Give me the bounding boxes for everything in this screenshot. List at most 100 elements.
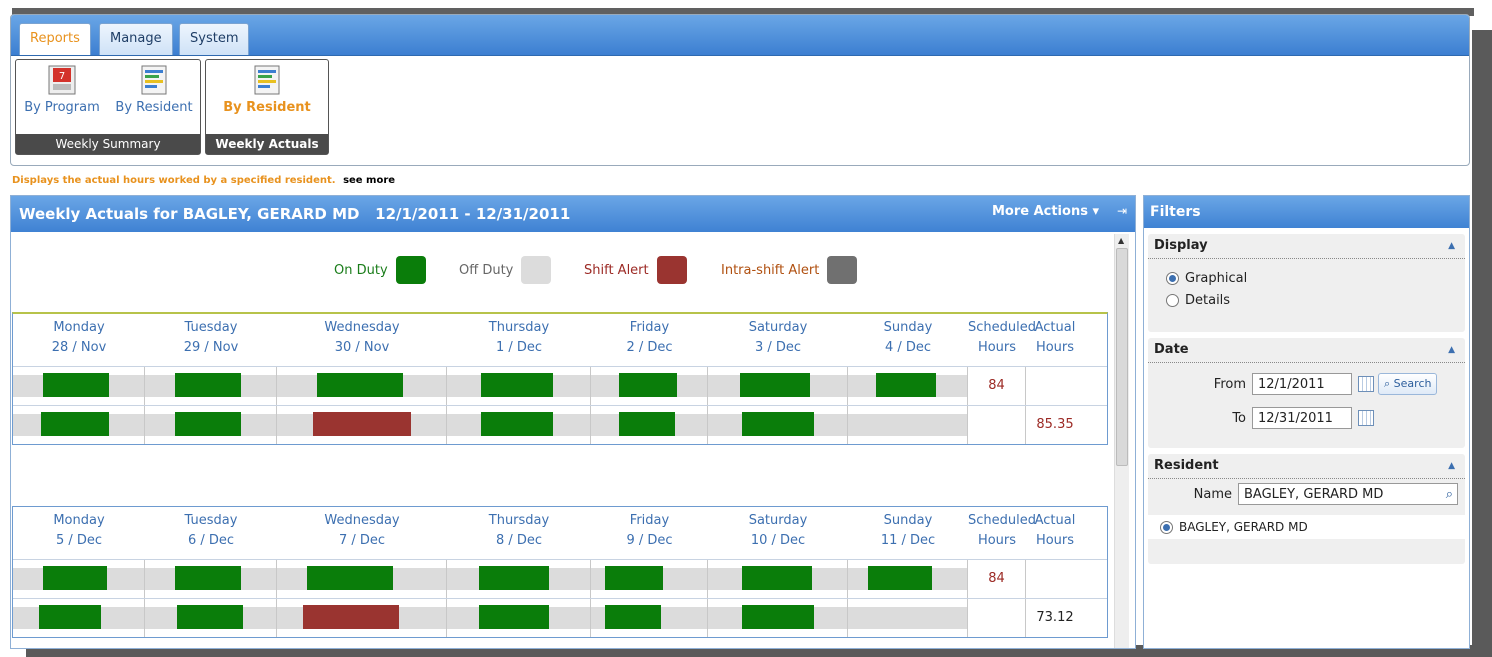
on-duty-bar[interactable] xyxy=(307,566,393,590)
actual-hours-value xyxy=(1026,560,1084,598)
on-duty-bar[interactable] xyxy=(742,605,814,629)
shift-alert-bar[interactable] xyxy=(313,412,411,436)
on-duty-bar[interactable] xyxy=(619,412,675,436)
day-date: 8 / Dec xyxy=(495,533,543,548)
details-option[interactable]: Details xyxy=(1148,289,1465,311)
on-duty-bar[interactable] xyxy=(479,566,549,590)
on-duty-bar[interactable] xyxy=(481,373,553,397)
more-actions-button[interactable]: More Actions ▾ xyxy=(992,204,1099,219)
day-cell[interactable] xyxy=(13,560,145,598)
weekly-actuals-panel: Weekly Actuals for BAGLEY, GERARD MD 12/… xyxy=(10,195,1136,649)
by-resident-summary-button[interactable]: By Resident xyxy=(108,64,200,115)
day-cell[interactable] xyxy=(708,560,848,598)
scrollbar-thumb[interactable] xyxy=(1116,248,1128,466)
day-cell[interactable] xyxy=(708,406,848,444)
day-cell[interactable] xyxy=(447,406,591,444)
see-more-link[interactable]: see more xyxy=(343,175,395,186)
day-cell[interactable] xyxy=(848,560,968,598)
day-header: Tuesday 6 / Dec xyxy=(145,507,277,559)
resident-radio[interactable] xyxy=(1160,520,1173,534)
graphical-option[interactable]: Graphical xyxy=(1148,267,1465,289)
on-duty-bar[interactable] xyxy=(742,566,812,590)
scrollbar[interactable]: ▲ xyxy=(1114,234,1129,648)
on-duty-bar[interactable] xyxy=(39,605,101,629)
day-name: Monday xyxy=(53,513,105,528)
on-duty-bar[interactable] xyxy=(868,566,932,590)
day-cell[interactable] xyxy=(848,406,968,444)
day-cell[interactable] xyxy=(145,560,277,598)
day-cell[interactable] xyxy=(591,367,708,405)
pin-icon[interactable]: ⇥ xyxy=(1117,204,1127,218)
day-cell[interactable] xyxy=(277,560,447,598)
on-duty-bar[interactable] xyxy=(175,412,241,436)
by-resident-actuals-button[interactable]: By Resident xyxy=(206,64,328,115)
on-duty-bar[interactable] xyxy=(175,373,241,397)
by-program-button[interactable]: 7 By Program xyxy=(16,64,108,115)
from-date-input[interactable]: 12/1/2011 xyxy=(1252,373,1352,395)
on-duty-bar[interactable] xyxy=(481,412,553,436)
resident-result[interactable]: BAGLEY, GERARD MD xyxy=(1148,515,1465,539)
actual-hours-value: 85.35 xyxy=(1036,417,1074,432)
day-cell[interactable] xyxy=(591,560,708,598)
calendar-icon[interactable] xyxy=(1358,376,1374,392)
details-radio[interactable] xyxy=(1166,293,1179,307)
on-duty-bar[interactable] xyxy=(43,566,107,590)
day-name: Monday xyxy=(53,320,105,335)
on-duty-bar[interactable] xyxy=(43,373,109,397)
day-cell[interactable] xyxy=(708,367,848,405)
day-cell[interactable] xyxy=(848,599,968,637)
on-duty-bar[interactable] xyxy=(175,566,241,590)
collapse-icon[interactable]: ▲ xyxy=(1448,338,1455,362)
day-cell[interactable] xyxy=(591,599,708,637)
on-duty-bar[interactable] xyxy=(876,373,936,397)
day-cell[interactable] xyxy=(591,406,708,444)
on-duty-bar[interactable] xyxy=(177,605,243,629)
day-name: Wednesday xyxy=(324,513,400,528)
scheduled-row: 84 xyxy=(13,559,1107,598)
day-cell[interactable] xyxy=(277,367,447,405)
day-cell[interactable] xyxy=(277,599,447,637)
day-date: 3 / Dec xyxy=(754,340,802,355)
legend-label: On Duty xyxy=(334,262,388,278)
on-duty-bar[interactable] xyxy=(740,373,810,397)
day-cell[interactable] xyxy=(13,406,145,444)
search-icon[interactable]: ⌕ xyxy=(1446,484,1453,506)
day-cell[interactable] xyxy=(145,367,277,405)
resident-section-header[interactable]: Resident ▲ xyxy=(1148,454,1465,479)
day-cell[interactable] xyxy=(848,367,968,405)
search-button[interactable]: ⌕ Search xyxy=(1378,373,1438,395)
day-cell[interactable] xyxy=(13,367,145,405)
scroll-up-icon[interactable]: ▲ xyxy=(1118,236,1124,245)
on-duty-bar[interactable] xyxy=(479,605,549,629)
on-duty-bar[interactable] xyxy=(619,373,677,397)
actual-row: 85.35 xyxy=(13,405,1107,444)
on-duty-bar[interactable] xyxy=(605,566,663,590)
day-cell[interactable] xyxy=(708,599,848,637)
collapse-icon[interactable]: ▲ xyxy=(1448,234,1455,258)
scheduled-hours-value xyxy=(968,599,1026,637)
graphical-radio[interactable] xyxy=(1166,271,1179,285)
day-cell[interactable] xyxy=(145,406,277,444)
day-cell[interactable] xyxy=(447,560,591,598)
shift-alert-bar[interactable] xyxy=(303,605,399,629)
day-cell[interactable] xyxy=(13,599,145,637)
on-duty-bar[interactable] xyxy=(317,373,403,397)
tab-manage[interactable]: Manage xyxy=(99,23,173,55)
on-duty-bar[interactable] xyxy=(742,412,814,436)
tab-system[interactable]: System xyxy=(179,23,250,55)
day-cell[interactable] xyxy=(447,599,591,637)
day-cell[interactable] xyxy=(277,406,447,444)
date-section-header[interactable]: Date ▲ xyxy=(1148,338,1465,363)
calendar-icon[interactable] xyxy=(1358,410,1374,426)
tab-reports[interactable]: Reports xyxy=(19,23,91,55)
to-date-input[interactable]: 12/31/2011 xyxy=(1252,407,1352,429)
on-duty-bar[interactable] xyxy=(41,412,109,436)
day-cell[interactable] xyxy=(145,599,277,637)
panel-header: Weekly Actuals for BAGLEY, GERARD MD 12/… xyxy=(11,196,1135,232)
scheduled-hours-value: 84 xyxy=(968,367,1026,405)
display-section-header[interactable]: Display ▲ xyxy=(1148,234,1465,259)
on-duty-bar[interactable] xyxy=(605,605,661,629)
collapse-icon[interactable]: ▲ xyxy=(1448,454,1455,478)
day-cell[interactable] xyxy=(447,367,591,405)
resident-name-input[interactable]: BAGLEY, GERARD MD ⌕ xyxy=(1238,483,1458,505)
